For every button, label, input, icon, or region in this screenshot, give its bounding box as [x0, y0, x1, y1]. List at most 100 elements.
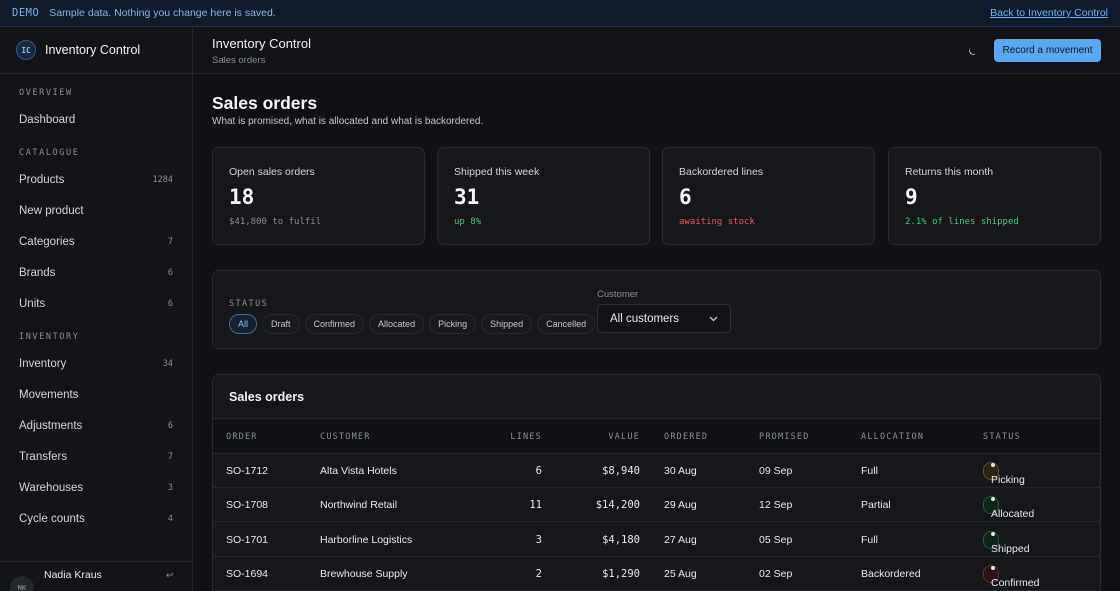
nav-section-catalogue: CATALOGUE: [19, 148, 80, 158]
cell-value: $8,940: [602, 465, 640, 477]
brand-logo: IC: [16, 40, 36, 60]
status-badge: Picking: [983, 462, 1025, 486]
customer-select[interactable]: All customers: [597, 304, 731, 333]
cell-value: $1,290: [602, 567, 640, 580]
column-header-customer[interactable]: CUSTOMER: [320, 419, 490, 454]
sidebar-item-count: 6: [167, 298, 173, 309]
sidebar-item-label: Categories: [19, 235, 75, 248]
stat-value: 9: [905, 185, 918, 209]
sidebar-item-label: Dashboard: [19, 113, 76, 126]
sidebar-item-count: 7: [167, 236, 173, 247]
stat-label: Open sales orders: [229, 166, 315, 178]
column-header-value[interactable]: VALUE: [553, 419, 640, 454]
sidebar-item-transfers[interactable]: Transfers 7: [0, 441, 192, 472]
sidebar-item-new-product[interactable]: New product: [0, 195, 192, 226]
cell-order[interactable]: SO-1694: [226, 557, 306, 591]
sidebar-item-warehouses[interactable]: Warehouses 3: [0, 472, 192, 503]
status-badge: Allocated: [983, 496, 1034, 520]
status-chip-all[interactable]: All: [229, 314, 258, 334]
sidebar-item-label: Movements: [19, 388, 79, 401]
sidebar-item-label: Inventory: [19, 357, 67, 370]
user-menu[interactable]: NK Nadia Kraus ↩: [0, 561, 192, 591]
column-header-lines[interactable]: LINES: [483, 419, 542, 454]
sidebar-item-label: Cycle counts: [19, 512, 85, 525]
sidebar-item-adjustments[interactable]: Adjustments 6: [0, 410, 192, 441]
column-header-ordered[interactable]: ORDERED: [664, 419, 754, 454]
customer-select-value: All customers: [610, 312, 680, 325]
brand-name: Inventory Control: [45, 43, 141, 57]
sidebar-item-count: 6: [167, 420, 173, 431]
sidebar-item-movements[interactable]: Movements: [0, 379, 192, 410]
sidebar-item-label: Units: [19, 297, 46, 310]
moon-icon[interactable]: [964, 43, 980, 59]
sidebar-item-count: 1284: [152, 174, 173, 185]
status-chip-confirmed[interactable]: Confirmed: [304, 314, 365, 334]
cell-customer: Northwind Retail: [320, 499, 398, 512]
nav-section-inventory: INVENTORY: [19, 332, 80, 342]
sidebar-item-count: 3: [167, 482, 173, 493]
status-chips: All Draft Confirmed Allocated Picking Shipped…: [229, 314, 596, 334]
cell-customer: Alta Vista Hotels: [320, 465, 397, 477]
sidebar-item-label: Adjustments: [19, 419, 83, 432]
sidebar-item-categories[interactable]: Categories 7: [0, 226, 192, 257]
sidebar-item-count: 6: [167, 267, 173, 278]
sidebar-item-label: Products: [19, 173, 65, 186]
nav-section-overview: OVERVIEW: [19, 88, 73, 98]
sign-out-icon[interactable]: ↩: [166, 570, 174, 581]
cell-allocation: Full: [861, 465, 878, 477]
cell-promised: 05 Sep: [759, 533, 793, 546]
brand[interactable]: IC Inventory Control: [0, 27, 192, 74]
stat-label: Shipped this week: [454, 166, 540, 178]
table-row[interactable]: SO-1694 Brewhouse Supply 2 $1,290 25 Aug 02 S…: [213, 557, 1100, 591]
table-row[interactable]: SO-1708 Northwind Retail 11 $14,200 29 Aug 12…: [213, 488, 1100, 523]
column-header-promised[interactable]: PROMISED: [759, 419, 859, 454]
sidebar-item-label: Transfers: [19, 450, 68, 463]
status-badge: Confirmed: [983, 564, 1039, 589]
header-title: Inventory Control: [212, 36, 311, 51]
top-bar: Inventory Control Sales orders Record a …: [193, 27, 1120, 74]
sidebar-item-cycle-counts[interactable]: Cycle counts 4: [0, 503, 192, 534]
column-header-order[interactable]: ORDER: [226, 419, 306, 454]
sidebar-item-units[interactable]: Units 6: [0, 288, 192, 319]
stat-value: 31: [454, 185, 480, 209]
sidebar-item-label: New product: [19, 204, 84, 217]
cell-ordered: 25 Aug: [664, 567, 697, 580]
cell-lines: 3: [535, 533, 542, 546]
chevron-down-icon: [709, 314, 718, 324]
status-chip-allocated[interactable]: Allocated: [369, 314, 425, 334]
back-to-inventory-link[interactable]: Back to Inventory Control: [990, 7, 1108, 19]
user-name: Nadia Kraus: [44, 569, 102, 581]
status-chip-cancelled[interactable]: Cancelled: [537, 314, 596, 334]
status-chip-picking[interactable]: Picking: [429, 314, 477, 334]
cell-value: $14,200: [595, 499, 640, 512]
filters-panel: STATUS All Draft Confirmed Allocated Picking…: [212, 270, 1101, 349]
cell-order[interactable]: SO-1712: [226, 454, 306, 488]
sidebar-item-dashboard[interactable]: Dashboard: [0, 104, 192, 135]
table-row[interactable]: SO-1712 Alta Vista Hotels 6 $8,940 30 Aug 09 …: [213, 454, 1100, 488]
stat-label: Backordered lines: [679, 166, 764, 178]
sidebar-item-products[interactable]: Products 1284: [0, 164, 192, 195]
cell-lines: 11: [529, 499, 542, 512]
status-badge-label: Confirmed: [991, 576, 1040, 589]
status-chip-draft[interactable]: Draft: [262, 314, 300, 334]
cell-customer: Harborline Logistics: [320, 533, 413, 546]
cell-order[interactable]: SO-1708: [226, 488, 306, 522]
stat-card: Open sales orders 18 $41,800 to fulfil: [212, 147, 425, 245]
column-header-allocation[interactable]: ALLOCATION: [861, 419, 971, 454]
demo-tag: DEMO: [12, 7, 40, 19]
cell-lines: 6: [535, 465, 542, 477]
table-row[interactable]: SO-1701 Harborline Logistics 3 $4,180 27 Aug…: [213, 523, 1100, 557]
sidebar-item-brands[interactable]: Brands 6: [0, 257, 192, 288]
column-header-status[interactable]: STATUS: [983, 419, 1021, 454]
stat-value: 18: [229, 185, 255, 209]
cell-order[interactable]: SO-1701: [226, 523, 306, 557]
status-chip-shipped[interactable]: Shipped: [481, 314, 533, 334]
stat-note: 2.1% of lines shipped: [905, 217, 1019, 227]
record-movement-button[interactable]: Record a movement: [994, 39, 1101, 62]
demo-message: Sample data. Nothing you change here is …: [49, 7, 276, 19]
cell-ordered: 27 Aug: [664, 533, 697, 546]
cell-promised: 02 Sep: [759, 567, 793, 580]
stat-label: Returns this month: [905, 166, 994, 178]
sidebar-item-label: Brands: [19, 266, 56, 279]
sidebar-item-inventory[interactable]: Inventory 34: [0, 348, 192, 379]
